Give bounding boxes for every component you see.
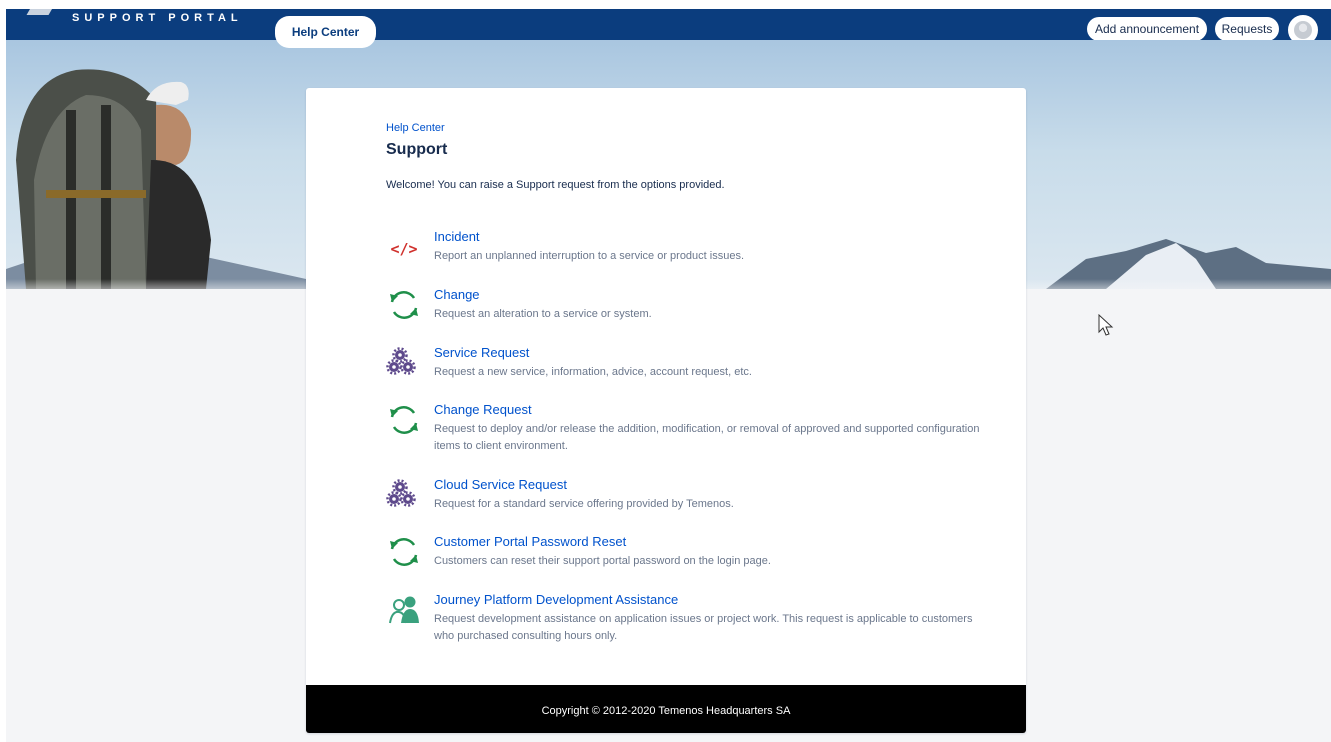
gears-icon [386, 347, 416, 375]
refresh-cycle-icon [390, 406, 418, 434]
request-type-description: Request development assistance on applic… [434, 613, 973, 642]
request-type-description: Request an alteration to a service or sy… [434, 308, 652, 320]
refresh-cycle-icon [390, 538, 418, 566]
svg-text:</>: </> [390, 240, 417, 258]
breadcrumb[interactable]: Help Center [386, 122, 445, 134]
request-type-description: Report an unplanned interruption to a se… [434, 250, 745, 262]
code-icon: </> [390, 240, 417, 258]
page-title: Support [386, 141, 448, 158]
hiker-image [16, 69, 211, 289]
request-type-incident[interactable]: </> Incident Report an unplanned interru… [386, 229, 986, 277]
request-type-service-request[interactable]: Service Request Request a new service, i… [386, 345, 986, 393]
request-type-name[interactable]: Change Request [434, 402, 532, 417]
gears-icon [386, 479, 416, 507]
request-type-name[interactable]: Incident [434, 229, 480, 244]
logo-icon [26, 9, 56, 15]
request-type-name[interactable]: Customer Portal Password Reset [434, 534, 626, 549]
request-type-change[interactable]: Change Request an alteration to a servic… [386, 287, 986, 335]
footer: Copyright © 2012-2020 Temenos Headquarte… [306, 685, 1026, 733]
request-type-cloud-service-request[interactable]: Cloud Service Request Request for a stan… [386, 477, 986, 525]
request-type-name[interactable]: Journey Platform Development Assistance [434, 592, 678, 607]
request-type-description: Request for a standard service offering … [434, 498, 734, 510]
request-type-name[interactable]: Change [434, 287, 480, 302]
request-type-name[interactable]: Cloud Service Request [434, 477, 567, 492]
mouse-pointer-icon [1098, 314, 1114, 336]
users-icon [389, 596, 419, 624]
add-announcement-button[interactable]: Add announcement [1087, 17, 1207, 41]
tab-help-center[interactable]: Help Center [275, 16, 376, 48]
copyright-text: Copyright © 2012-2020 Temenos Headquarte… [541, 705, 791, 717]
request-type-journey-platform[interactable]: Journey Platform Development Assistance … [386, 592, 986, 658]
request-type-change-request[interactable]: Change Request Request to deploy and/or … [386, 402, 986, 468]
help-center-card: Help Center Support Welcome! You can rai… [306, 88, 1026, 733]
portal-logo-text[interactable]: SUPPORT PORTAL [72, 12, 243, 24]
request-type-description: Customers can reset their support portal… [434, 555, 771, 567]
top-navigation-bar: SUPPORT PORTAL Add announcement Requests [6, 9, 1331, 45]
request-type-description: Request to deploy and/or release the add… [434, 423, 980, 452]
request-type-name[interactable]: Service Request [434, 345, 529, 360]
requests-button[interactable]: Requests [1215, 17, 1279, 41]
refresh-cycle-icon [390, 291, 418, 319]
request-type-password-reset[interactable]: Customer Portal Password Reset Customers… [386, 534, 986, 582]
portal-page: SUPPORT PORTAL Add announcement Requests… [6, 9, 1331, 742]
request-type-description: Request a new service, information, advi… [434, 366, 752, 378]
welcome-message: Welcome! You can raise a Support request… [386, 179, 725, 191]
